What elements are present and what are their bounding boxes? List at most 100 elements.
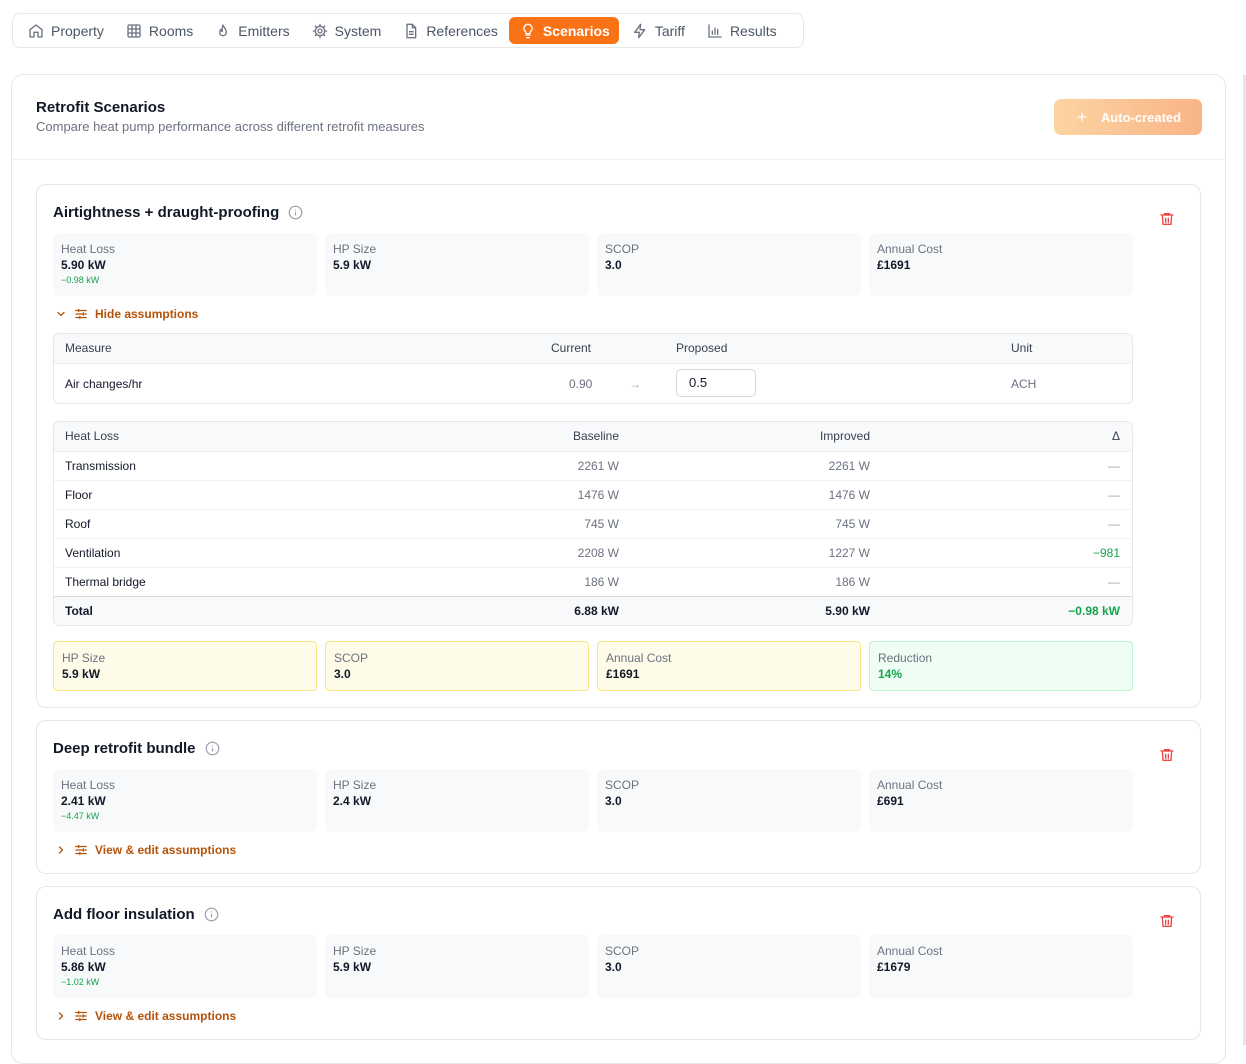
tab-property[interactable]: Property bbox=[17, 17, 113, 44]
tab-label: Emitters bbox=[238, 22, 290, 39]
col-current: Current bbox=[551, 341, 592, 355]
scenario-summary: HP Size 5.9 kW SCOP 3.0 Annual Cost £169… bbox=[53, 641, 1133, 691]
home-icon bbox=[29, 23, 43, 38]
auto-created-button[interactable]: Auto-created bbox=[1054, 99, 1202, 135]
plus-icon bbox=[1077, 112, 1087, 122]
col-unit: Unit bbox=[1011, 341, 1033, 355]
metrics-row: Heat Loss 2.41 kW −4.47 kW HP Size 2.4 k… bbox=[53, 769, 1133, 832]
summary-reduction: Reduction 14% bbox=[869, 641, 1133, 691]
delta-value: −981 bbox=[1092, 546, 1120, 560]
metric-annual-cost: Annual Cost £691 bbox=[869, 769, 1133, 832]
metric-label: Heat Loss bbox=[61, 778, 116, 792]
baseline-value: 2208 W bbox=[577, 546, 619, 560]
scenario-card: Deep retrofit bundle Heat Loss 2.41 kW −… bbox=[36, 720, 1201, 874]
tab-scenarios[interactable]: Scenarios bbox=[508, 17, 619, 44]
trash-icon[interactable] bbox=[1159, 913, 1175, 929]
tab-system[interactable]: System bbox=[301, 17, 391, 44]
tab-references[interactable]: References bbox=[392, 17, 507, 44]
bar-chart-icon bbox=[708, 23, 722, 38]
table-row: Air changes/hr 0.90 → 0.5 ACH bbox=[54, 363, 1132, 403]
tab-rooms[interactable]: Rooms bbox=[115, 17, 202, 44]
unit-value: ACH bbox=[1011, 377, 1037, 391]
assumptions-toggle[interactable]: Hide assumptions bbox=[55, 307, 198, 321]
scenario-card: Add floor insulation Heat Loss 5.86 kW −… bbox=[36, 886, 1201, 1040]
trash-icon[interactable] bbox=[1159, 747, 1175, 763]
metric-value: £1691 bbox=[877, 258, 911, 272]
proposed-input[interactable]: 0.5 bbox=[676, 369, 756, 397]
sliders-icon bbox=[75, 844, 87, 856]
info-icon[interactable] bbox=[204, 907, 219, 922]
header-divider bbox=[12, 159, 1225, 160]
metric-hp-size: HP Size 5.9 kW bbox=[325, 935, 589, 998]
baseline-total: 6.88 kW bbox=[574, 604, 619, 618]
summary-label: Annual Cost bbox=[606, 651, 672, 665]
metric-annual-cost: Annual Cost £1691 bbox=[869, 233, 1133, 296]
summary-value: £1691 bbox=[606, 667, 640, 681]
assumptions-toggle-label: View & edit assumptions bbox=[95, 843, 237, 857]
summary-value: 5.9 kW bbox=[62, 667, 101, 681]
baseline-value: 745 W bbox=[584, 517, 619, 531]
summary-label: HP Size bbox=[62, 651, 106, 665]
col-proposed: Proposed bbox=[676, 341, 728, 355]
metric-delta: −1.02 kW bbox=[61, 977, 100, 987]
trash-icon[interactable] bbox=[1159, 211, 1175, 227]
metric-value: 3.0 bbox=[605, 794, 622, 808]
gear-icon bbox=[312, 23, 327, 38]
scenario-title: Add floor insulation bbox=[53, 906, 195, 923]
assumptions-toggle[interactable]: View & edit assumptions bbox=[55, 843, 236, 857]
improved-value: 1476 W bbox=[828, 488, 870, 502]
assumptions-toggle-label: View & edit assumptions bbox=[95, 1009, 237, 1023]
tab-label: References bbox=[426, 22, 498, 39]
scenario-card: Airtightness + draught-proofing Heat Los… bbox=[36, 184, 1201, 708]
tab-label: Scenarios bbox=[542, 22, 610, 39]
chevron-down-icon bbox=[57, 311, 65, 317]
measures-table: Measure Current Proposed Unit Air change… bbox=[53, 333, 1133, 404]
info-icon[interactable] bbox=[288, 205, 303, 220]
metric-label: Annual Cost bbox=[877, 778, 943, 792]
summary-value: 3.0 bbox=[334, 667, 351, 681]
tab-label: System bbox=[334, 22, 382, 39]
scenario-title-row: Deep retrofit bundle bbox=[53, 740, 220, 757]
tab-results[interactable]: Results bbox=[696, 17, 786, 44]
tab-emitters[interactable]: Emitters bbox=[204, 17, 298, 44]
auto-created-label: Auto-created bbox=[1100, 109, 1182, 125]
page-title: Retrofit Scenarios bbox=[36, 99, 166, 116]
col-heat-loss: Heat Loss bbox=[65, 429, 120, 443]
tab-label: Rooms bbox=[148, 22, 194, 39]
table-row: Roof 745 W 745 W — bbox=[54, 509, 1132, 538]
scenario-title-row: Add floor insulation bbox=[53, 906, 219, 923]
delta-value: — bbox=[1108, 575, 1120, 589]
document-icon bbox=[406, 23, 417, 38]
row-label: Floor bbox=[65, 488, 93, 502]
lightning-icon bbox=[633, 23, 646, 38]
main-tab-bar: Property Rooms Emitters System Reference… bbox=[12, 13, 804, 48]
baseline-value: 2261 W bbox=[577, 459, 619, 473]
metric-hp-size: HP Size 5.9 kW bbox=[325, 233, 589, 296]
improved-value: 186 W bbox=[835, 575, 870, 589]
metric-value: 2.4 kW bbox=[333, 794, 372, 808]
metric-label: SCOP bbox=[605, 944, 640, 958]
table-header: Measure Current Proposed Unit bbox=[54, 334, 1132, 363]
info-icon[interactable] bbox=[205, 741, 220, 756]
metric-delta: −4.47 kW bbox=[61, 811, 100, 821]
measure-name: Air changes/hr bbox=[65, 377, 143, 391]
col-delta: Δ bbox=[1111, 429, 1120, 443]
improved-value: 2261 W bbox=[828, 459, 870, 473]
metric-hp-size: HP Size 2.4 kW bbox=[325, 769, 589, 832]
tab-tariff[interactable]: Tariff bbox=[621, 17, 694, 44]
metric-value: 5.86 kW bbox=[61, 960, 106, 974]
chevron-right-icon bbox=[58, 1012, 64, 1020]
tab-label: Tariff bbox=[654, 22, 685, 39]
sliders-icon bbox=[75, 308, 87, 320]
metric-scop: SCOP 3.0 bbox=[597, 769, 861, 832]
tab-label: Property bbox=[51, 22, 104, 39]
table-row: Thermal bridge 186 W 186 W — bbox=[54, 567, 1132, 596]
metrics-row: Heat Loss 5.90 kW −0.98 kW HP Size 5.9 k… bbox=[53, 233, 1133, 296]
assumptions-toggle[interactable]: View & edit assumptions bbox=[55, 1009, 236, 1023]
metric-label: Annual Cost bbox=[877, 242, 943, 256]
baseline-value: 1476 W bbox=[577, 488, 619, 502]
metric-heat-loss: Heat Loss 5.86 kW −1.02 kW bbox=[53, 935, 317, 998]
delta-value: — bbox=[1108, 517, 1120, 531]
table-header: Heat Loss Baseline Improved Δ bbox=[54, 422, 1132, 451]
row-label: Thermal bridge bbox=[65, 575, 146, 589]
